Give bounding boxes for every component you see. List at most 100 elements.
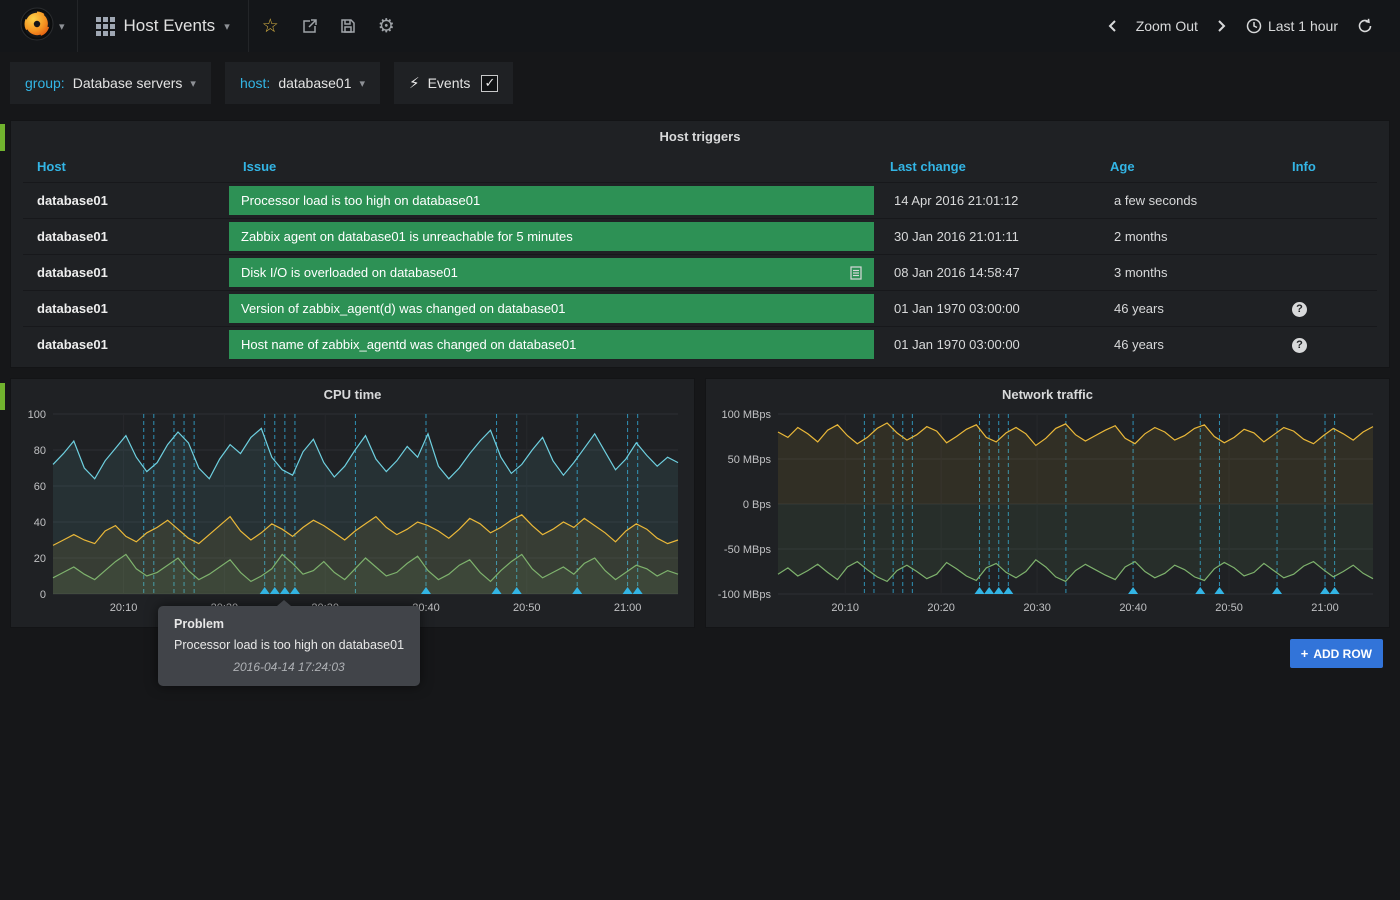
grafana-dashboard: ▾ Host Events ▾ ☆ [0, 0, 1400, 900]
panel-title-host-triggers[interactable]: Host triggers [11, 121, 1389, 144]
annotations-events-toggle[interactable]: ⚡ Events ✓ [394, 62, 513, 104]
svg-text:60: 60 [34, 481, 46, 493]
check-icon: ✓ [484, 75, 495, 91]
star-dashboard-button[interactable]: ☆ [262, 15, 279, 38]
last-change-cell: 01 Jan 1970 03:00:00 [876, 291, 1096, 327]
svg-text:21:00: 21:00 [1311, 602, 1339, 614]
navbar: ▾ Host Events ▾ ☆ [0, 0, 1400, 52]
svg-text:20:50: 20:50 [513, 602, 541, 614]
svg-text:100 MBps: 100 MBps [721, 409, 771, 421]
column-header-last-change[interactable]: Last change [876, 152, 1096, 183]
column-header-host[interactable]: Host [23, 152, 229, 183]
variable-host-dropdown[interactable]: host: database01 ▾ [225, 62, 380, 104]
star-icon: ☆ [262, 15, 279, 38]
svg-text:-50 MBps: -50 MBps [724, 544, 772, 556]
tooltip-time: 2016-04-14 17:24:03 [174, 660, 404, 674]
time-forward-button[interactable] [1217, 19, 1227, 33]
chevron-right-icon [1217, 19, 1227, 33]
issue-badge: Processor load is too high on database01 [229, 186, 874, 215]
help-icon[interactable]: ? [1292, 338, 1307, 353]
network-traffic-graph[interactable]: -100 MBps-50 MBps0 Bps50 MBps100 MBps20:… [708, 404, 1387, 618]
row-handle[interactable] [0, 383, 5, 410]
panel-title-cpu-time[interactable]: CPU time [11, 379, 694, 402]
network-traffic-panel: Network traffic -100 MBps-50 MBps0 Bps50… [705, 378, 1390, 628]
zoom-out-label: Zoom Out [1136, 18, 1198, 34]
description-icon[interactable] [850, 266, 862, 280]
share-dashboard-button[interactable] [301, 18, 318, 34]
age-cell: 3 months [1096, 255, 1278, 291]
issue-badge: Zabbix agent on database01 is unreachabl… [229, 222, 874, 251]
svg-text:20:40: 20:40 [1119, 602, 1147, 614]
save-dashboard-button[interactable] [340, 18, 356, 34]
issue-badge: Disk I/O is overloaded on database01 [229, 258, 874, 287]
chevron-left-icon [1107, 19, 1117, 33]
row-handle[interactable] [0, 124, 5, 151]
last-change-cell: 30 Jan 2016 21:01:11 [876, 219, 1096, 255]
host-cell: database01 [23, 219, 229, 255]
age-cell: 46 years [1096, 327, 1278, 363]
navbar-divider [248, 0, 249, 52]
cpu-time-panel: CPU time 02040608010020:1020:2020:3020:4… [10, 378, 695, 628]
time-picker-button[interactable]: Last 1 hour [1242, 18, 1342, 34]
time-back-button[interactable] [1107, 19, 1117, 33]
issue-text: Zabbix agent on database01 is unreachabl… [241, 229, 573, 244]
group-label: group: [25, 75, 65, 91]
svg-text:40: 40 [34, 517, 46, 529]
template-variables-row: group: Database servers ▾ host: database… [0, 52, 1400, 104]
age-cell: 2 months [1096, 219, 1278, 255]
save-icon [340, 18, 356, 34]
issue-text: Disk I/O is overloaded on database01 [241, 265, 458, 280]
dashboard-picker[interactable]: Host Events ▾ [80, 0, 246, 52]
chevron-down-icon: ▾ [190, 77, 196, 90]
table-header-row: Host Issue Last change Age Info [23, 152, 1377, 183]
issue-badge: Version of zabbix_agent(d) was changed o… [229, 294, 874, 323]
svg-text:100: 100 [28, 409, 46, 421]
chevron-down-icon: ▾ [224, 20, 230, 33]
tooltip-arrow [277, 600, 291, 606]
age-cell: 46 years [1096, 291, 1278, 327]
annotation-tooltip: Problem Processor load is too high on da… [158, 606, 420, 686]
panel-title-network-traffic[interactable]: Network traffic [706, 379, 1389, 402]
table-row: database01 Zabbix agent on database01 is… [23, 219, 1377, 255]
dashboard-grid-icon [96, 17, 115, 36]
graphs-row: CPU time 0 20 40 60 80 100 20:10 20:20 20:30 20:4… [10, 378, 1390, 628]
add-row-button[interactable]: + ADD ROW [1290, 639, 1383, 668]
column-header-info[interactable]: Info [1278, 152, 1377, 183]
host-cell: database01 [23, 327, 229, 363]
issue-text: Version of zabbix_agent(d) was changed o… [241, 301, 566, 316]
navbar-divider [77, 0, 78, 52]
host-value: database01 [278, 75, 351, 91]
tooltip-text: Processor load is too high on database01 [174, 638, 404, 652]
triggers-table: Host Issue Last change Age Info database… [23, 152, 1377, 362]
clock-icon [1246, 18, 1262, 34]
chevron-down-icon: ▾ [59, 20, 65, 33]
svg-text:20:50: 20:50 [1215, 602, 1243, 614]
table-row: database01 Version of zabbix_agent(d) wa… [23, 291, 1377, 327]
time-range-label: Last 1 hour [1268, 18, 1338, 34]
last-change-cell: 08 Jan 2016 14:58:47 [876, 255, 1096, 291]
column-header-issue[interactable]: Issue [229, 152, 876, 183]
dashboard-settings-button[interactable]: ⚙ [378, 15, 395, 38]
events-checkbox[interactable]: ✓ [481, 75, 498, 92]
refresh-button[interactable] [1357, 18, 1373, 34]
svg-text:0: 0 [40, 589, 46, 601]
svg-text:20:30: 20:30 [1023, 602, 1051, 614]
svg-text:0 Bps: 0 Bps [743, 499, 772, 511]
zoom-out-button[interactable]: Zoom Out [1132, 18, 1202, 34]
grafana-logo-menu[interactable]: ▾ [10, 0, 75, 52]
dashboard-title: Host Events [124, 16, 216, 36]
age-cell: a few seconds [1096, 183, 1278, 219]
help-icon[interactable]: ? [1292, 302, 1307, 317]
svg-text:20:10: 20:10 [110, 602, 138, 614]
plus-icon: + [1301, 646, 1309, 661]
cpu-time-graph[interactable]: 02040608010020:1020:2020:3020:4020:5021:… [13, 404, 692, 618]
variable-group-dropdown[interactable]: group: Database servers ▾ [10, 62, 211, 104]
issue-badge: Host name of zabbix_agentd was changed o… [229, 330, 874, 359]
table-row: database01 Processor load is too high on… [23, 183, 1377, 219]
column-header-age[interactable]: Age [1096, 152, 1278, 183]
svg-text:20:20: 20:20 [927, 602, 955, 614]
lightning-icon: ⚡ [409, 74, 420, 92]
svg-text:80: 80 [34, 445, 46, 457]
last-change-cell: 01 Jan 1970 03:00:00 [876, 327, 1096, 363]
svg-text:20: 20 [34, 553, 46, 565]
